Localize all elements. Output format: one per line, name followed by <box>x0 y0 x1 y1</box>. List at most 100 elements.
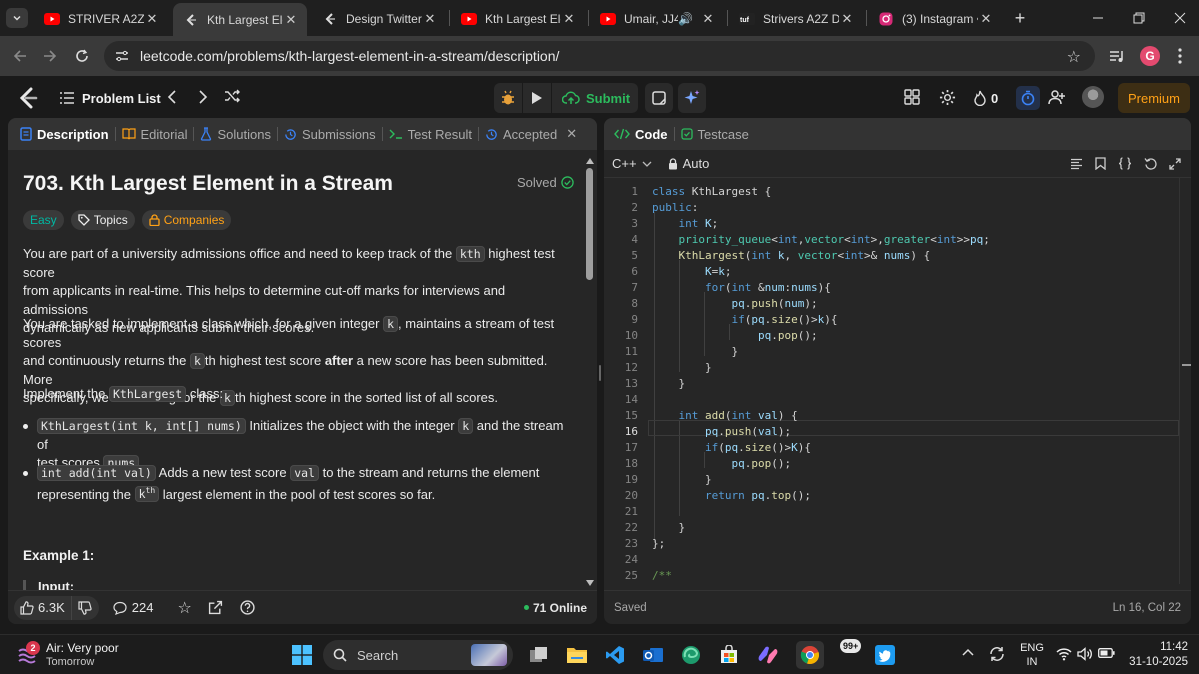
sync-icon[interactable] <box>989 646 1007 664</box>
tab-accepted[interactable]: Accepted ✕ <box>479 126 583 142</box>
code-line[interactable]: 19 } <box>604 472 1179 488</box>
add-friend-button[interactable] <box>1048 88 1068 108</box>
code-line[interactable]: 24 <box>604 552 1179 568</box>
code-line[interactable]: 5 KthLargest(int k, vector<int>& nums) { <box>604 248 1179 264</box>
prev-problem-button[interactable] <box>166 89 182 107</box>
like-button[interactable]: 6.3K <box>14 595 71 620</box>
browser-tab[interactable]: tuf Strivers A2Z DSA ✕ <box>729 5 863 32</box>
premium-button[interactable]: Premium <box>1118 83 1190 113</box>
tab-solutions[interactable]: Solutions <box>194 127 276 142</box>
companies-tag[interactable]: Companies <box>141 210 232 230</box>
format-icon[interactable] <box>1070 158 1083 170</box>
code-line[interactable]: 11 } <box>604 344 1179 360</box>
language-indicator[interactable]: ENG IN <box>1020 641 1044 669</box>
code-scrollbar[interactable] <box>1179 178 1191 584</box>
close-icon[interactable]: ✕ <box>283 12 299 28</box>
close-icon[interactable]: ✕ <box>422 11 438 27</box>
dislike-button[interactable] <box>70 595 99 620</box>
twitter-icon[interactable] <box>873 643 897 667</box>
close-icon[interactable]: ✕ <box>978 11 994 27</box>
close-icon[interactable]: ✕ <box>566 126 577 142</box>
braces-icon[interactable] <box>1118 157 1132 170</box>
description-scrollbar[interactable] <box>584 154 596 588</box>
layout-button[interactable] <box>904 89 922 107</box>
clock[interactable]: 11:42 31-10-2025 <box>1126 640 1188 670</box>
browser-tab[interactable]: (3) Instagram • I ✕ <box>868 5 1002 32</box>
reload-button[interactable] <box>72 46 92 66</box>
tab-test-result[interactable]: Test Result <box>383 127 478 142</box>
submit-button[interactable]: Submit <box>552 83 638 113</box>
close-icon[interactable]: ✕ <box>700 11 716 27</box>
browser-tab[interactable]: Design Twitter - ✕ <box>312 5 446 32</box>
code-line[interactable]: 15 int add(int val) { <box>604 408 1179 424</box>
next-problem-button[interactable] <box>197 89 213 107</box>
menu-kebab-icon[interactable] <box>1172 46 1188 66</box>
code-line[interactable]: 2 public: <box>604 200 1179 216</box>
speaker-icon[interactable]: 🔊 <box>678 12 694 26</box>
reset-icon[interactable] <box>1144 157 1157 170</box>
random-problem-button[interactable] <box>224 89 242 107</box>
code-line[interactable]: 21 <box>604 504 1179 520</box>
notes-button[interactable] <box>645 83 673 113</box>
code-line[interactable]: 18 pq.pop(); <box>604 456 1179 472</box>
code-line[interactable]: 3 int K; <box>604 216 1179 232</box>
close-icon[interactable]: ✕ <box>839 11 855 27</box>
battery-icon[interactable] <box>1098 648 1116 662</box>
problem-list-button[interactable]: Problem List <box>60 88 161 108</box>
code-line[interactable]: 10 pq.pop(); <box>604 328 1179 344</box>
panel-splitter[interactable] <box>599 365 601 381</box>
code-line[interactable]: 16 pq.push(val); <box>604 424 1179 440</box>
code-line[interactable]: 13 } <box>604 376 1179 392</box>
tab-search-button[interactable] <box>6 8 28 28</box>
omnibox[interactable]: leetcode.com/problems/kth-largest-elemen… <box>104 41 1095 71</box>
site-settings-icon[interactable] <box>114 48 130 64</box>
code-line[interactable]: 20 return pq.top(); <box>604 488 1179 504</box>
language-select[interactable]: C++ <box>612 156 652 171</box>
code-line[interactable]: 7 for(int &num:nums){ <box>604 280 1179 296</box>
bookmark-icon[interactable] <box>1095 157 1106 170</box>
tray-overflow-icon[interactable] <box>962 648 976 662</box>
wifi-icon[interactable] <box>1056 647 1074 663</box>
ai-assistant-button[interactable] <box>678 83 706 113</box>
leetcode-logo[interactable] <box>18 87 40 109</box>
code-line[interactable]: 23}; <box>604 536 1179 552</box>
topics-tag[interactable]: Topics <box>70 210 135 230</box>
tab-testcase[interactable]: Testcase <box>675 127 755 142</box>
auto-mode[interactable]: Auto <box>668 156 709 171</box>
file-explorer-icon[interactable] <box>565 643 589 667</box>
expand-icon[interactable] <box>1169 157 1181 170</box>
comments-button[interactable]: 224 <box>113 600 153 615</box>
profile-avatar[interactable]: G <box>1140 46 1160 66</box>
minimize-button[interactable] <box>1088 8 1108 28</box>
tab-code[interactable]: Code <box>608 127 674 142</box>
browser-tab-active[interactable]: Kth Largest Elem ✕ <box>173 3 307 36</box>
code-line[interactable]: 22 } <box>604 520 1179 536</box>
restore-button[interactable] <box>1129 8 1149 28</box>
favorite-button[interactable]: ☆ <box>177 598 191 618</box>
browser-tab[interactable]: Kth Largest Elem ✕ <box>451 5 585 32</box>
start-button[interactable] <box>290 643 314 667</box>
code-line[interactable]: 1 class KthLargest { <box>604 184 1179 200</box>
forward-button[interactable] <box>40 46 60 66</box>
code-line[interactable]: 25 /** <box>604 568 1179 584</box>
help-button[interactable] <box>240 599 256 616</box>
store-icon[interactable] <box>717 643 741 667</box>
user-avatar[interactable] <box>1082 86 1104 108</box>
bookmark-star-icon[interactable]: ☆ <box>1067 47 1081 67</box>
scrollbar-thumb[interactable] <box>586 168 593 280</box>
taskbar-search[interactable]: Search <box>323 640 513 670</box>
close-icon[interactable]: ✕ <box>561 11 577 27</box>
media-controls-icon[interactable] <box>1108 47 1126 65</box>
code-line[interactable]: 4 priority_queue<int,vector<int>,greater… <box>604 232 1179 248</box>
chrome-icon[interactable] <box>796 641 824 669</box>
task-view-icon[interactable] <box>527 643 551 667</box>
copilot-icon[interactable] <box>756 643 780 667</box>
close-window-button[interactable] <box>1170 8 1190 28</box>
debug-button[interactable] <box>494 83 522 113</box>
vscode-icon[interactable] <box>603 643 627 667</box>
timer-button[interactable] <box>1016 86 1040 110</box>
tab-submissions[interactable]: Submissions <box>278 127 382 142</box>
run-button[interactable] <box>523 83 551 113</box>
volume-icon[interactable] <box>1077 647 1095 663</box>
browser-tab[interactable]: Umair, JJ47, 🔊 ✕ <box>590 5 724 32</box>
